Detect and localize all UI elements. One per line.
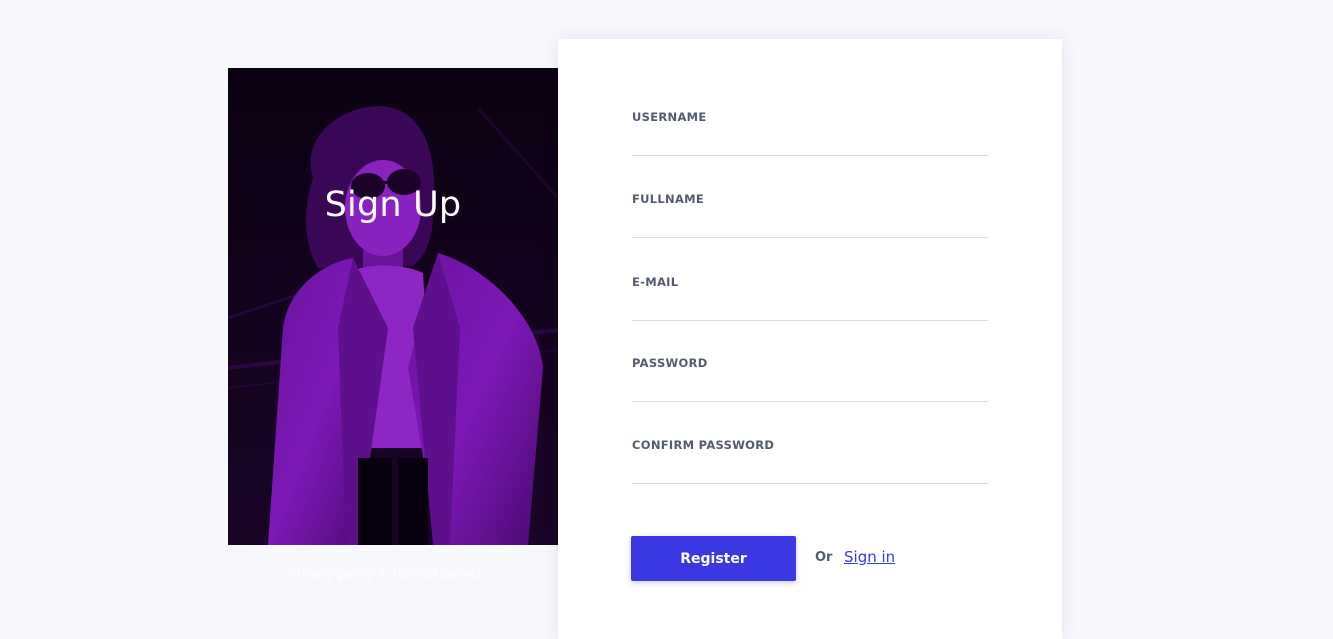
fullname-input[interactable] (632, 212, 988, 238)
username-label: USERNAME (632, 110, 707, 124)
hero-image: Sign Up (228, 68, 558, 545)
privacy-policy-link[interactable]: Privacy policy & Term of service (288, 565, 496, 592)
fullname-field: FULLNAME (632, 192, 988, 272)
password-label: PASSWORD (632, 356, 708, 370)
email-label: E-MAIL (632, 275, 679, 289)
page-title: Sign Up (324, 185, 462, 225)
woman-photo (228, 68, 558, 545)
confirm-password-label: CONFIRM PASSWORD (632, 438, 775, 452)
password-input[interactable] (632, 376, 988, 402)
confirm-password-input[interactable] (632, 458, 988, 484)
register-button[interactable]: Register (631, 536, 796, 581)
confirm-password-field: CONFIRM PASSWORD (632, 438, 988, 518)
username-input[interactable] (632, 130, 988, 156)
sign-in-link[interactable]: Sign in (844, 548, 895, 566)
username-field: USERNAME (632, 110, 988, 190)
signup-form-card: USERNAME FULLNAME E-MAIL PASSWORD CONFIR… (558, 39, 1062, 639)
password-field: PASSWORD (632, 356, 988, 436)
fullname-label: FULLNAME (632, 192, 705, 206)
or-text: Or (815, 550, 833, 565)
signup-page: Sign Up Privacy policy & Term of service… (0, 0, 1333, 639)
email-input[interactable] (632, 295, 988, 321)
email-field: E-MAIL (632, 275, 988, 355)
